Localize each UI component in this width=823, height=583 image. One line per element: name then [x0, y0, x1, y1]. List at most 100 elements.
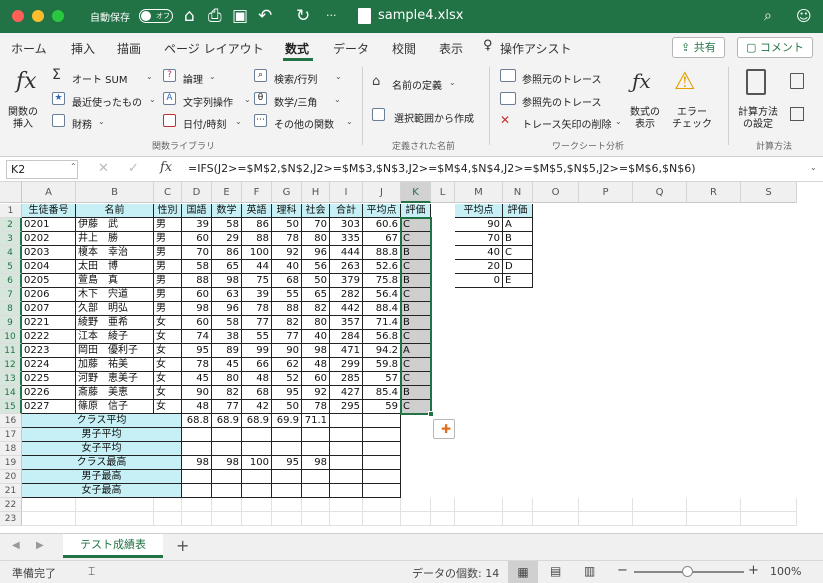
search-icon[interactable]: ⌕ [764, 7, 772, 25]
cell[interactable]: 男 [154, 218, 182, 232]
cell[interactable]: 39 [182, 218, 212, 232]
cell[interactable]: 82 [302, 302, 330, 316]
column-header[interactable]: A [22, 182, 76, 203]
cell[interactable]: 社会 [302, 204, 330, 218]
cell[interactable]: 68 [242, 386, 272, 400]
tab-review[interactable]: 校閲 [392, 40, 416, 57]
paste-options-button[interactable]: ✚ [433, 419, 455, 439]
cell[interactable]: 98 [212, 274, 242, 288]
cell[interactable]: 96 [212, 302, 242, 316]
cell[interactable] [242, 470, 272, 484]
cell[interactable] [330, 470, 363, 484]
cell[interactable]: 55 [242, 330, 272, 344]
cell[interactable] [302, 428, 330, 442]
cell[interactable] [22, 512, 76, 526]
row-header[interactable]: 19 [0, 456, 22, 470]
cell[interactable] [503, 512, 533, 526]
cell[interactable]: 0223 [22, 344, 76, 358]
cell[interactable] [76, 498, 154, 512]
cell[interactable]: 70 [455, 232, 503, 246]
cell[interactable]: 0207 [22, 302, 76, 316]
cell[interactable] [633, 498, 687, 512]
cancel-icon[interactable]: ✕ [98, 161, 109, 176]
cell[interactable] [154, 512, 182, 526]
cell[interactable]: 92 [272, 246, 302, 260]
cell[interactable] [272, 428, 302, 442]
cell[interactable]: 江本 綾子 [76, 330, 154, 344]
cell[interactable]: 95 [272, 456, 302, 470]
cell[interactable] [363, 456, 401, 470]
cell[interactable] [455, 498, 503, 512]
cell[interactable] [431, 512, 455, 526]
financial-button[interactable]: 財務 ⌄ [52, 114, 122, 131]
cell[interactable]: 444 [330, 246, 363, 260]
cell[interactable] [154, 498, 182, 512]
cell[interactable] [330, 456, 363, 470]
cell[interactable]: 78 [302, 400, 330, 414]
cell[interactable]: 48 [302, 358, 330, 372]
add-sheet-icon[interactable]: + [176, 536, 189, 555]
cell[interactable]: 河野 恵美子 [76, 372, 154, 386]
cell[interactable]: 282 [330, 288, 363, 302]
cell[interactable]: 平均点 [363, 204, 401, 218]
cell[interactable]: 98 [302, 456, 330, 470]
cell[interactable]: 篠原 信子 [76, 400, 154, 414]
cell[interactable]: D [503, 260, 533, 274]
cell[interactable] [687, 512, 741, 526]
cell[interactable]: C [401, 400, 431, 414]
row-header[interactable]: 10 [0, 330, 22, 344]
cell[interactable]: 98 [212, 456, 242, 470]
cell[interactable] [212, 484, 242, 498]
zoom-slider-thumb[interactable] [682, 566, 693, 577]
tab-data[interactable]: データ [333, 40, 369, 57]
cell[interactable]: 48 [242, 372, 272, 386]
enter-icon[interactable]: ✓ [128, 161, 139, 176]
cell[interactable]: 100 [242, 456, 272, 470]
cell[interactable]: 太田 博 [76, 260, 154, 274]
cell[interactable]: 38 [212, 330, 242, 344]
cell[interactable]: 95 [182, 344, 212, 358]
cell[interactable] [242, 442, 272, 456]
cell[interactable] [182, 470, 212, 484]
cell[interactable]: 52 [272, 372, 302, 386]
cell[interactable]: 綾野 亜希 [76, 316, 154, 330]
cell[interactable]: 国語 [182, 204, 212, 218]
autosave-toggle[interactable]: オフ [139, 9, 173, 23]
cell[interactable] [22, 498, 76, 512]
cell[interactable]: B [401, 274, 431, 288]
cell[interactable]: 男 [154, 246, 182, 260]
cell[interactable]: A [503, 218, 533, 232]
cell[interactable]: 89 [212, 344, 242, 358]
cell[interactable]: 女 [154, 400, 182, 414]
cell[interactable]: 90 [182, 386, 212, 400]
cell[interactable]: C [401, 358, 431, 372]
cell[interactable]: 0203 [22, 246, 76, 260]
cell[interactable]: 66 [242, 358, 272, 372]
cell[interactable]: B [503, 232, 533, 246]
cell[interactable] [363, 512, 401, 526]
row-header[interactable]: 18 [0, 442, 22, 456]
tab-home[interactable]: ホーム [11, 40, 47, 57]
row-header[interactable]: 14 [0, 386, 22, 400]
formula-input[interactable]: =IFS(J2>=$M$2,$N$2,J2>=$M$3,$N$3,J2>=$M$… [188, 162, 696, 175]
cell[interactable]: 88.4 [363, 302, 401, 316]
summary-label[interactable]: クラス平均 [22, 414, 182, 428]
cell[interactable] [633, 512, 687, 526]
cell[interactable]: 71.1 [302, 414, 330, 428]
column-header[interactable]: O [533, 182, 579, 203]
row-header[interactable]: 2 [0, 218, 22, 232]
row-header[interactable]: 4 [0, 246, 22, 260]
cell[interactable]: 86 [212, 246, 242, 260]
calculate-sheet-icon[interactable] [790, 107, 804, 121]
zoom-in-icon[interactable]: + [748, 563, 759, 578]
fill-handle[interactable] [428, 411, 434, 417]
row-header[interactable]: 5 [0, 260, 22, 274]
cell[interactable]: 岡田 優利子 [76, 344, 154, 358]
function-icon[interactable]: fx [160, 160, 172, 175]
cell[interactable]: 78 [272, 232, 302, 246]
cell[interactable] [330, 414, 363, 428]
cell[interactable]: 加藤 祐美 [76, 358, 154, 372]
page-break-view-icon[interactable]: ▥ [584, 564, 595, 578]
cell[interactable]: 77 [272, 330, 302, 344]
row-header[interactable]: 11 [0, 344, 22, 358]
